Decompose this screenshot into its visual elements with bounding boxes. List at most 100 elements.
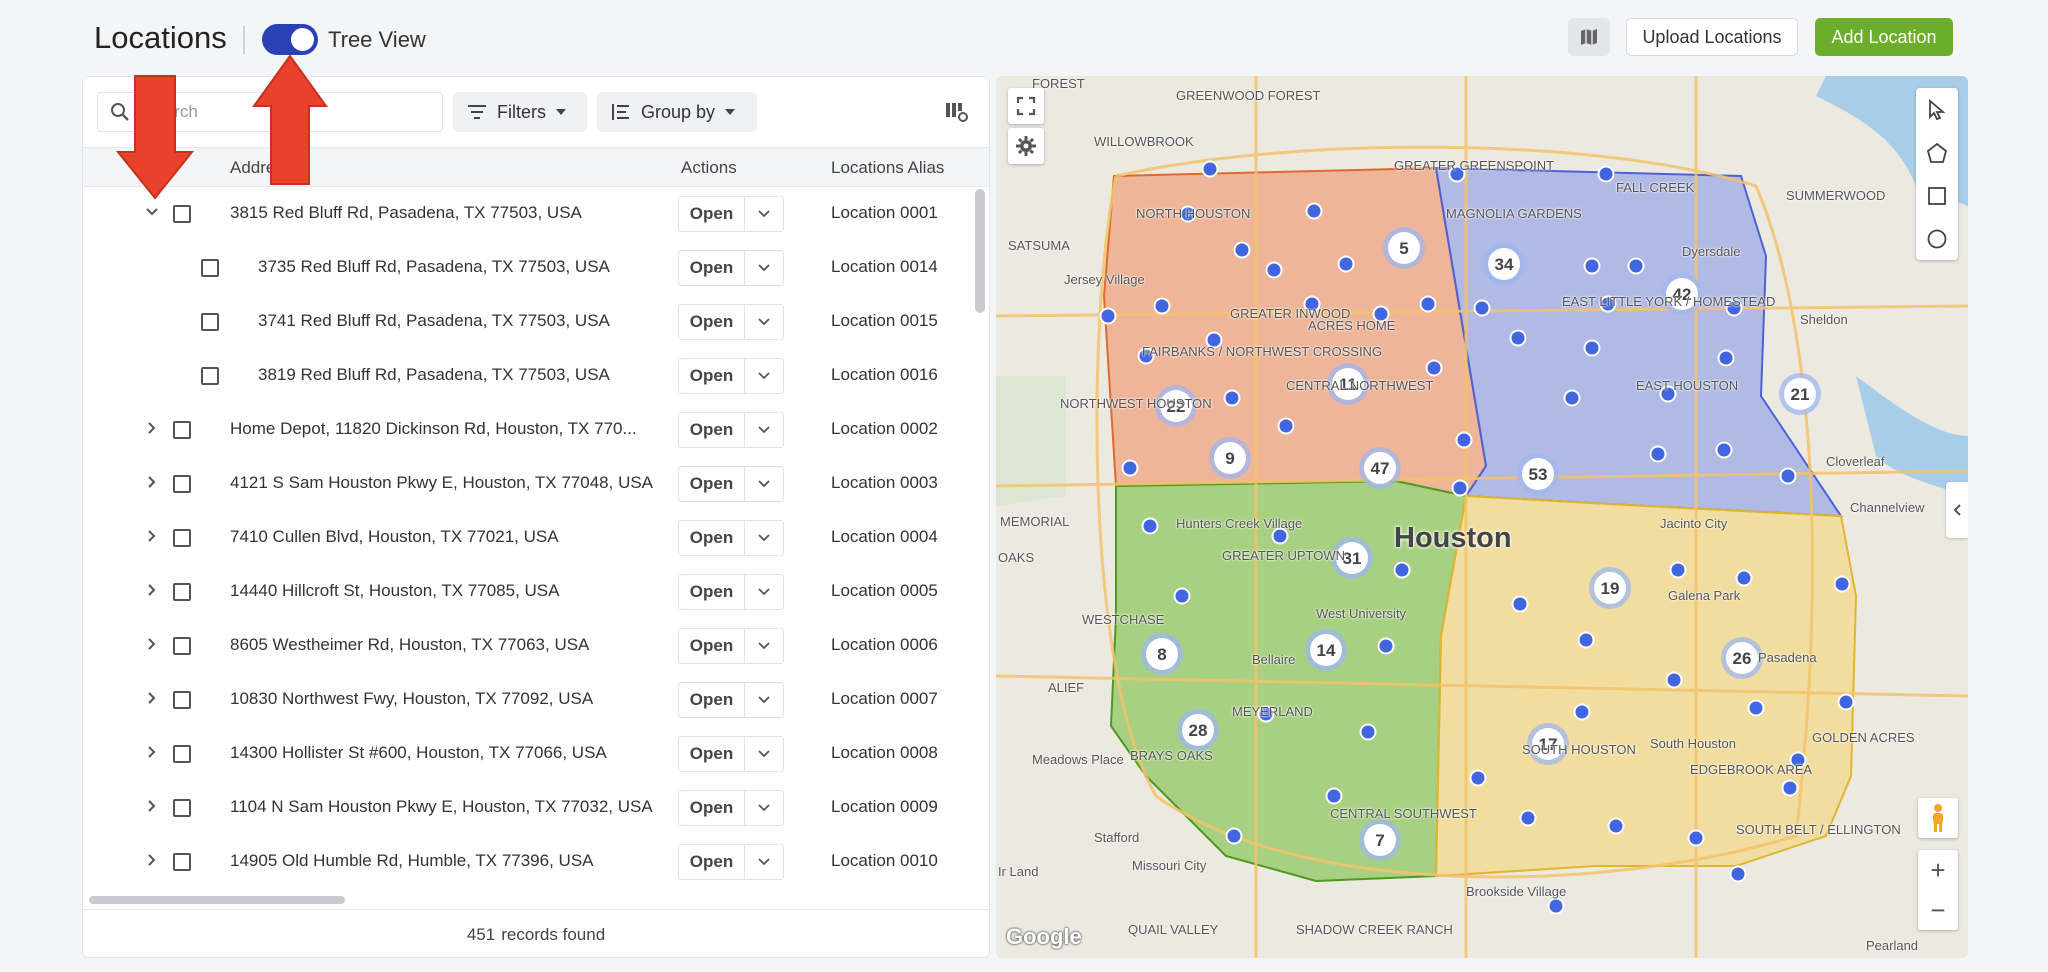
chevron-right-icon[interactable] [145, 637, 159, 651]
polygon-tool-button[interactable] [1916, 131, 1958, 174]
location-marker[interactable] [1781, 779, 1799, 797]
location-marker[interactable] [1649, 445, 1667, 463]
open-button[interactable]: Open [679, 413, 745, 447]
table-row[interactable]: 10830 Northwest Fwy, Houston, TX 77092, … [83, 673, 973, 727]
location-marker[interactable] [1715, 441, 1733, 459]
row-checkbox[interactable] [173, 421, 191, 439]
open-button[interactable]: Open [679, 683, 745, 717]
zoom-in-button[interactable]: + [1918, 850, 1958, 890]
location-marker[interactable] [1377, 637, 1395, 655]
actions-dropdown[interactable] [745, 521, 783, 555]
open-button[interactable]: Open [679, 467, 745, 501]
location-marker[interactable] [1325, 787, 1343, 805]
fullscreen-button[interactable] [1008, 88, 1044, 124]
location-marker[interactable] [1469, 769, 1487, 787]
table-row[interactable]: 8605 Westheimer Rd, Houston, TX 77063, U… [83, 619, 973, 673]
location-marker[interactable] [1277, 417, 1295, 435]
row-checkbox[interactable] [173, 691, 191, 709]
horizontal-scrollbar[interactable] [89, 896, 345, 904]
row-checkbox[interactable] [173, 745, 191, 763]
location-marker[interactable] [1833, 575, 1851, 593]
circle-tool-button[interactable] [1916, 217, 1958, 260]
table-row[interactable]: 1104 N Sam Houston Pkwy E, Houston, TX 7… [83, 781, 973, 835]
chevron-right-icon[interactable] [145, 421, 159, 435]
locations-map[interactable]: 5 34 42 11 22 9 47 53 21 31 19 8 14 26 28 17 7 FOREST GR… [996, 76, 1968, 958]
location-marker[interactable] [1607, 817, 1625, 835]
open-button[interactable]: Open [679, 305, 745, 339]
table-row[interactable]: 3741 Red Bluff Rd, Pasadena, TX 77503, U… [83, 295, 973, 349]
open-button[interactable]: Open [679, 575, 745, 609]
actions-dropdown[interactable] [745, 791, 783, 825]
location-marker[interactable] [1547, 897, 1565, 915]
location-marker[interactable] [1509, 329, 1527, 347]
row-checkbox[interactable] [173, 799, 191, 817]
cluster-marker[interactable]: 21 [1779, 373, 1821, 415]
location-marker[interactable] [1511, 595, 1529, 613]
actions-dropdown[interactable] [745, 575, 783, 609]
zoom-out-button[interactable]: − [1918, 890, 1958, 930]
cluster-marker[interactable]: 28 [1177, 709, 1219, 751]
location-marker[interactable] [1305, 202, 1323, 220]
open-button[interactable]: Open [679, 737, 745, 771]
actions-dropdown[interactable] [745, 629, 783, 663]
open-button[interactable]: Open [679, 845, 745, 879]
location-marker[interactable] [1265, 261, 1283, 279]
location-marker[interactable] [1173, 587, 1191, 605]
location-marker[interactable] [1451, 479, 1469, 497]
row-checkbox[interactable] [173, 583, 191, 601]
location-marker[interactable] [1837, 693, 1855, 711]
chevron-down-icon[interactable] [145, 205, 159, 219]
filters-button[interactable]: Filters [453, 92, 587, 132]
location-marker[interactable] [1627, 257, 1645, 275]
row-checkbox[interactable] [173, 205, 191, 223]
row-checkbox[interactable] [201, 259, 219, 277]
vertical-scrollbar[interactable] [975, 189, 985, 313]
actions-dropdown[interactable] [745, 197, 783, 231]
table-row[interactable]: 14440 Hillcroft St, Houston, TX 77085, U… [83, 565, 973, 619]
chevron-right-icon[interactable] [145, 745, 159, 759]
location-marker[interactable] [1099, 307, 1117, 325]
cluster-marker[interactable]: 19 [1589, 567, 1631, 609]
column-header-alias[interactable]: Locations Alias [831, 158, 944, 178]
open-button[interactable]: Open [679, 791, 745, 825]
location-marker[interactable] [1573, 703, 1591, 721]
chevron-right-icon[interactable] [145, 853, 159, 867]
location-marker[interactable] [1577, 631, 1595, 649]
location-marker[interactable] [1687, 829, 1705, 847]
select-tool-button[interactable] [1916, 88, 1958, 131]
actions-dropdown[interactable] [745, 359, 783, 393]
open-button[interactable]: Open [679, 521, 745, 555]
actions-dropdown[interactable] [745, 737, 783, 771]
location-marker[interactable] [1665, 671, 1683, 689]
actions-dropdown[interactable] [745, 683, 783, 717]
actions-dropdown[interactable] [745, 305, 783, 339]
location-marker[interactable] [1583, 339, 1601, 357]
location-marker[interactable] [1225, 827, 1243, 845]
location-marker[interactable] [1337, 255, 1355, 273]
location-marker[interactable] [1223, 389, 1241, 407]
cluster-marker[interactable]: 5 [1383, 227, 1425, 269]
chevron-right-icon[interactable] [145, 583, 159, 597]
location-marker[interactable] [1779, 467, 1797, 485]
actions-dropdown[interactable] [745, 845, 783, 879]
location-marker[interactable] [1141, 517, 1159, 535]
chevron-right-icon[interactable] [145, 475, 159, 489]
open-button[interactable]: Open [679, 629, 745, 663]
table-row[interactable]: 3819 Red Bluff Rd, Pasadena, TX 77503, U… [83, 349, 973, 403]
column-settings-icon[interactable] [945, 101, 969, 123]
open-button[interactable]: Open [679, 251, 745, 285]
actions-dropdown[interactable] [745, 413, 783, 447]
table-row[interactable]: 3815 Red Bluff Rd, Pasadena, TX 77503, U… [83, 187, 973, 241]
group-by-button[interactable]: Group by [597, 92, 757, 132]
location-marker[interactable] [1201, 160, 1219, 178]
cluster-marker[interactable]: 14 [1305, 629, 1347, 671]
location-marker[interactable] [1153, 297, 1171, 315]
location-marker[interactable] [1233, 241, 1251, 259]
location-marker[interactable] [1425, 359, 1443, 377]
chevron-right-icon[interactable] [145, 799, 159, 813]
actions-dropdown[interactable] [745, 467, 783, 501]
table-row[interactable]: 7410 Cullen Blvd, Houston, TX 77021, USA… [83, 511, 973, 565]
cluster-marker[interactable]: 34 [1483, 243, 1525, 285]
location-marker[interactable] [1455, 431, 1473, 449]
location-marker[interactable] [1583, 257, 1601, 275]
